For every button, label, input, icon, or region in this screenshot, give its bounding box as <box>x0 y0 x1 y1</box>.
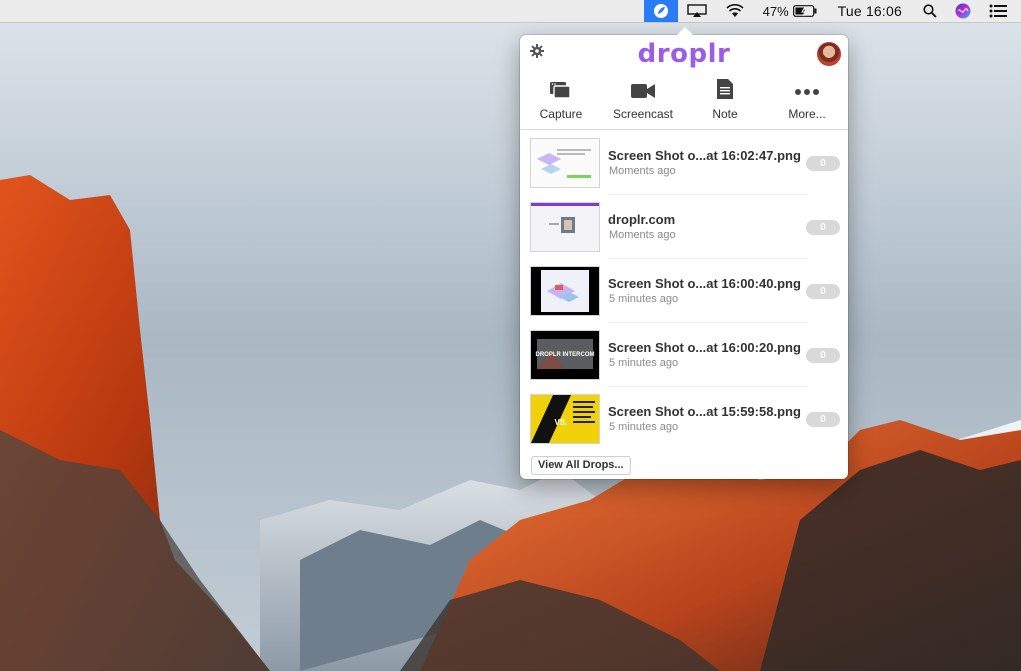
popover-header: droplr <box>520 35 848 71</box>
capture-icon <box>550 82 571 99</box>
drop-title: Screen Shot o...at 16:00:40.png <box>608 276 801 291</box>
battery-percent: 47% <box>762 3 789 19</box>
drop-title: Screen Shot o...at 16:00:20.png <box>608 340 801 355</box>
wallpaper-mountains <box>0 0 1021 671</box>
drop-title: Screen Shot o...at 16:02:47.png <box>608 148 801 163</box>
desktop-wallpaper <box>0 0 1021 671</box>
airplay-icon <box>686 4 707 17</box>
battery-menubar-item[interactable]: 47% <box>754 0 826 22</box>
avatar[interactable] <box>817 42 841 66</box>
view-count-badge: 0 <box>806 284 840 299</box>
capture-label: Capture <box>539 107 583 121</box>
capture-button[interactable]: Capture <box>520 71 602 129</box>
screenshot-thumbnail-image: DROPLR INTERCOM <box>531 331 599 379</box>
drop-thumbnail <box>530 266 600 316</box>
view-count-badge: 0 <box>806 412 840 427</box>
battery-icon <box>792 5 817 17</box>
thumb-intercom-text: DROPLR INTERCOM <box>536 352 595 358</box>
menu-bar: 47% Tue 16:06 <box>0 0 1021 23</box>
drop-time: 5 minutes ago <box>609 293 679 305</box>
drops-list: Screen Shot o...at 16:02:47.png Moments … <box>520 130 848 451</box>
more-label: More... <box>788 107 826 121</box>
droplr-popover: droplr Capture Screencast Note More... S… <box>520 27 848 479</box>
drop-thumbnail: DROPLR INTERCOM <box>530 330 600 380</box>
drop-thumbnail <box>530 202 600 252</box>
wifi-menubar-item[interactable] <box>716 0 754 22</box>
drop-time: 5 minutes ago <box>609 421 679 433</box>
drop-title: Screen Shot o...at 15:59:58.png <box>608 404 801 419</box>
view-all-drops-button[interactable]: View All Drops... <box>531 456 631 475</box>
drop-thumbnail <box>530 138 600 188</box>
view-count-badge: 0 <box>806 156 840 171</box>
airplay-menubar-item[interactable] <box>678 0 716 22</box>
list-item[interactable]: droplr.com Moments ago 0 <box>520 195 848 259</box>
spotlight-menubar-item[interactable] <box>914 0 946 22</box>
siri-icon <box>955 3 971 19</box>
note-label: Note <box>712 107 738 121</box>
droplr-icon <box>653 4 668 18</box>
droplr-menubar-item[interactable] <box>643 0 678 22</box>
list-item[interactable]: DROPLR INTERCOM Screen Shot o...at 16:00… <box>520 323 848 387</box>
drop-time: 5 minutes ago <box>609 357 679 369</box>
wifi-icon <box>726 4 744 17</box>
screencast-label: Screencast <box>612 107 674 121</box>
note-icon <box>717 79 733 99</box>
list-item[interactable]: VS. Screen Shot o...at 15:59:58.png 5 mi… <box>520 387 848 451</box>
list-item[interactable]: Screen Shot o...at 16:00:40.png 5 minute… <box>520 259 848 323</box>
notification-center-menubar-item[interactable] <box>980 0 1021 22</box>
video-camera-icon <box>631 84 655 98</box>
search-icon <box>923 4 937 18</box>
action-toolbar: Capture Screencast Note More... <box>520 71 848 130</box>
more-button[interactable]: More... <box>766 71 848 129</box>
screenshot-thumbnail-image <box>531 139 599 187</box>
notification-list-icon <box>989 4 1007 18</box>
view-count-badge: 0 <box>806 220 840 235</box>
siri-menubar-item[interactable] <box>946 0 980 22</box>
list-item[interactable]: Screen Shot o...at 16:02:47.png Moments … <box>520 131 848 195</box>
thumb-vs-text: VS. <box>555 418 568 427</box>
view-count-badge: 0 <box>806 348 840 363</box>
drop-thumbnail: VS. <box>530 394 600 444</box>
screenshot-thumbnail-image <box>531 267 599 315</box>
note-button[interactable]: Note <box>684 71 766 129</box>
link-thumbnail-image <box>531 203 599 251</box>
droplr-logo: droplr <box>637 39 731 69</box>
drop-title: droplr.com <box>608 212 676 227</box>
screenshot-thumbnail-image: VS. <box>531 395 599 443</box>
clock-menubar-item[interactable]: Tue 16:06 <box>826 0 914 22</box>
drop-time: Moments ago <box>609 229 676 241</box>
drop-time: Moments ago <box>609 165 676 177</box>
screencast-button[interactable]: Screencast <box>602 71 684 129</box>
more-icon <box>795 89 819 95</box>
